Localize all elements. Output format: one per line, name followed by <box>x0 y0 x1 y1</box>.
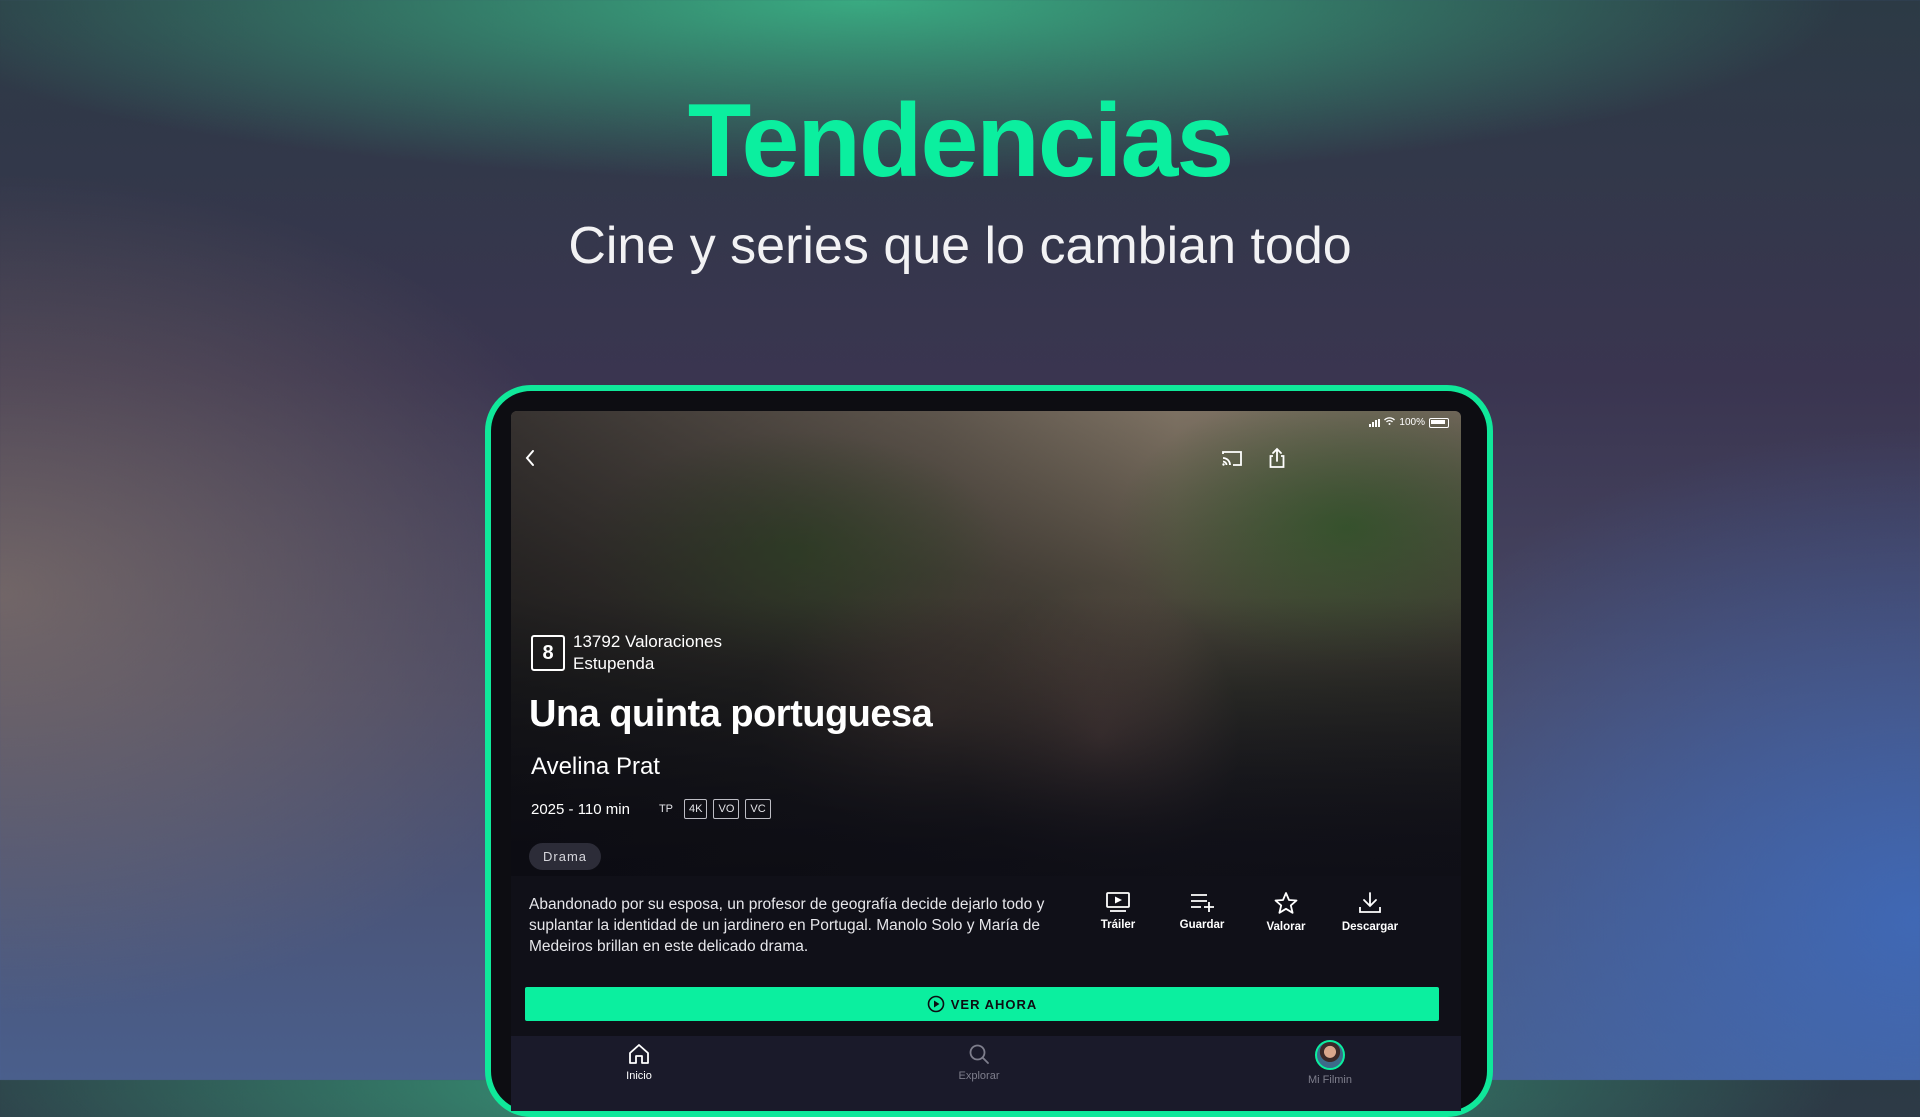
tab-profile-label: Mi Filmin <box>1308 1074 1352 1086</box>
search-icon <box>969 1044 989 1064</box>
rating-row: 8 13792 Valoraciones Estupenda <box>531 631 722 675</box>
rate-button[interactable]: Valorar <box>1244 891 1328 933</box>
year-duration: 2025 - 110 min <box>531 800 630 818</box>
trailer-label: Tráiler <box>1100 919 1136 931</box>
app-screen: 100% 8 13792 Valoraciones Estupenda Una … <box>511 411 1461 1111</box>
headline: Tendencias <box>687 83 1234 199</box>
trailer-icon <box>1106 892 1130 912</box>
score-badge: 8 <box>531 635 565 671</box>
wifi-icon <box>1384 417 1396 428</box>
age-rating-badge: TP <box>658 803 674 815</box>
share-button[interactable] <box>1264 445 1290 471</box>
status-bar: 100% <box>1369 417 1449 428</box>
download-button[interactable]: Descargar <box>1328 891 1412 933</box>
cast-icon <box>1222 451 1242 466</box>
avatar <box>1315 1040 1345 1070</box>
subheadline: Cine y series que lo cambian todo <box>568 217 1352 275</box>
tab-explore[interactable]: Explorar <box>934 1042 1024 1082</box>
trailer-button[interactable]: Tráiler <box>1076 891 1160 933</box>
tab-home-label: Inicio <box>626 1070 652 1082</box>
chevron-left-icon <box>525 450 534 466</box>
download-icon <box>1359 892 1381 913</box>
add-to-list-icon <box>1191 894 1214 912</box>
signal-icon <box>1369 418 1381 427</box>
watch-now-label: VER AHORA <box>950 996 1038 1012</box>
rate-label: Valorar <box>1266 921 1306 933</box>
movie-meta: 2025 - 110 min TP 4K VO VC <box>531 799 771 819</box>
tab-profile[interactable]: Mi Filmin <box>1285 1040 1375 1086</box>
cast-button[interactable] <box>1219 445 1245 471</box>
action-bar: Tráiler Guardar Valorar Descargar <box>1076 891 1412 933</box>
rating-label: Estupenda <box>573 654 655 673</box>
badge-list: TP 4K VO VC <box>654 799 771 819</box>
ratings-count: 13792 Valoraciones <box>573 632 723 651</box>
tab-home[interactable]: Inicio <box>594 1042 684 1082</box>
director-name[interactable]: Avelina Prat <box>531 753 660 781</box>
original-version-badge: VO <box>713 799 740 819</box>
battery-percent: 100% <box>1399 417 1425 428</box>
home-icon <box>629 1044 649 1064</box>
tab-explore-label: Explorar <box>958 1070 1000 1082</box>
movie-title: Una quinta portuguesa <box>529 693 933 735</box>
save-button[interactable]: Guardar <box>1160 891 1244 933</box>
star-icon <box>1274 892 1298 914</box>
save-label: Guardar <box>1179 919 1225 931</box>
back-button[interactable] <box>517 445 543 471</box>
watch-now-button[interactable]: VER AHORA <box>525 987 1439 1021</box>
download-label: Descargar <box>1341 921 1399 933</box>
quality-badge: 4K <box>684 799 708 819</box>
play-circle-icon <box>927 995 945 1013</box>
genre-chip[interactable]: Drama <box>529 843 602 870</box>
dubbed-version-badge: VC <box>745 799 771 819</box>
tablet-frame: 100% 8 13792 Valoraciones Estupenda Una … <box>485 385 1493 1117</box>
synopsis: Abandonado por su esposa, un profesor de… <box>529 896 1045 955</box>
share-icon <box>1269 447 1285 468</box>
battery-icon <box>1429 417 1449 428</box>
tab-bar: Inicio Explorar Mi Filmin <box>511 1036 1461 1111</box>
